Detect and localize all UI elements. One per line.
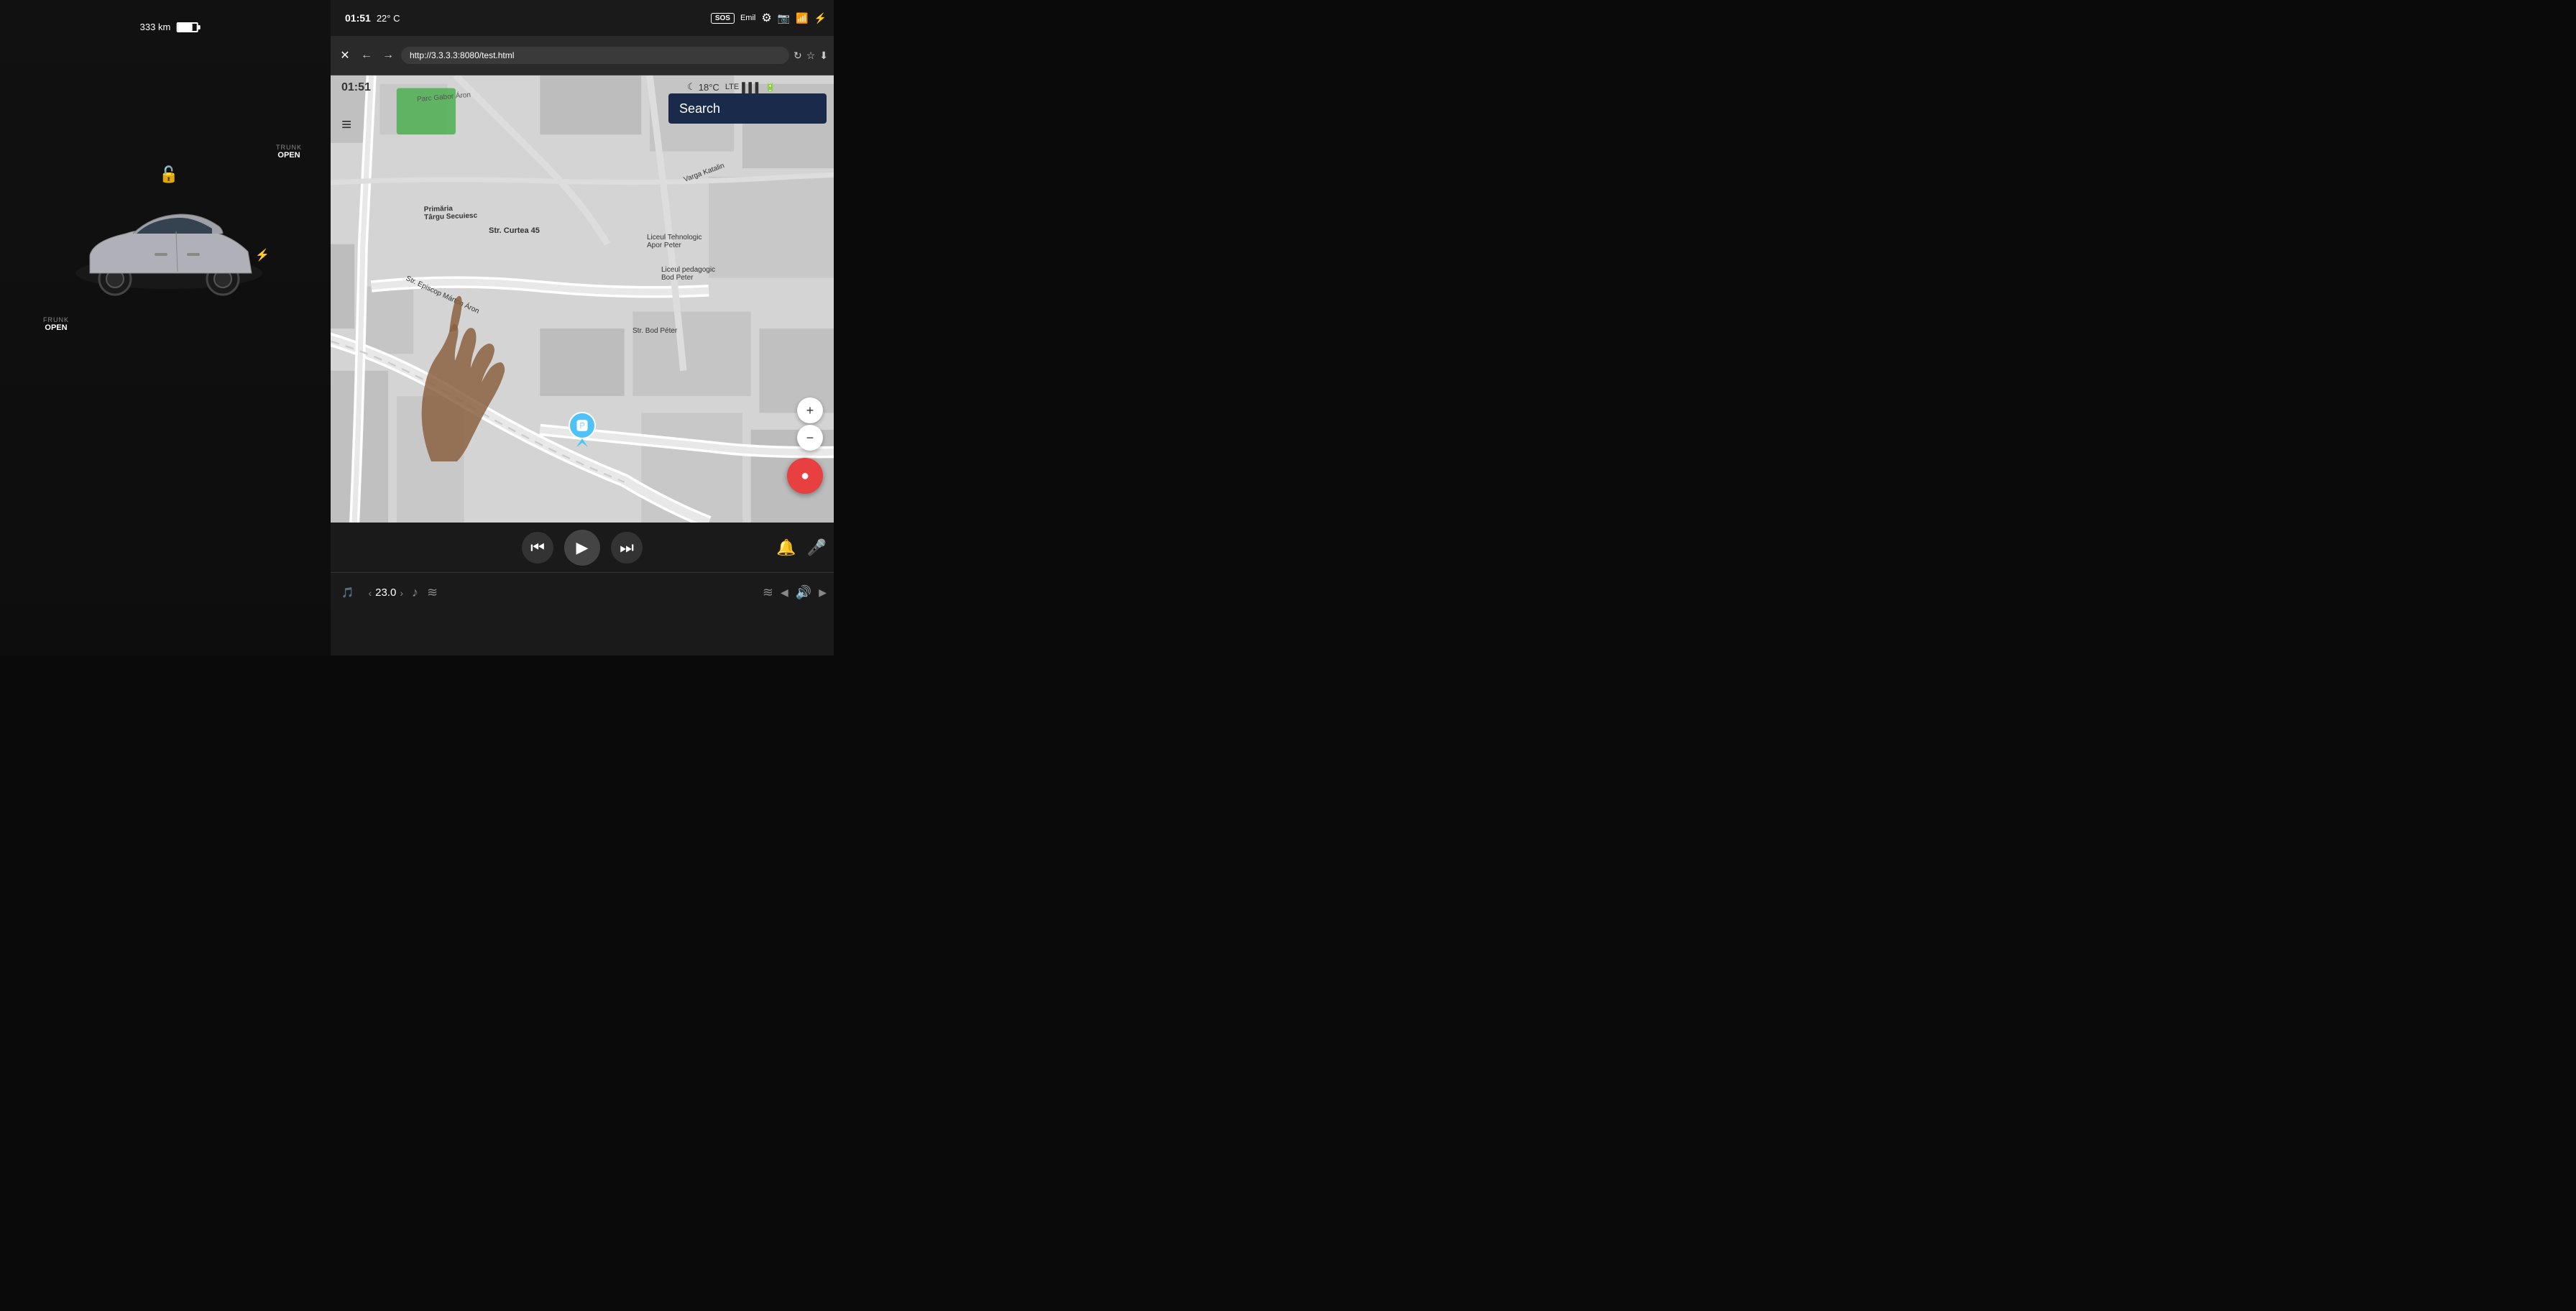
- vol-left-button[interactable]: ◀: [781, 586, 788, 599]
- zoom-in-button[interactable]: +: [797, 397, 823, 423]
- temp-overlay: 18°C: [699, 82, 719, 93]
- battery-info: 333 km: [140, 22, 198, 32]
- frunk-status: OPEN: [43, 323, 69, 332]
- sos-badge[interactable]: SOS: [711, 13, 735, 24]
- status-temp: 22° C: [377, 13, 400, 24]
- street-label-curtea: Str. Curtea 45: [489, 226, 540, 235]
- media-prev-button[interactable]: ⏮: [522, 532, 553, 564]
- tablet-frame: 01:51 22° C SOS Emil ⚙ 📷 📶 ⚡ ✕ ← → http:…: [331, 0, 834, 656]
- map-location-button[interactable]: ●: [787, 458, 823, 494]
- frunk-container: FRUNK OPEN: [43, 316, 69, 332]
- charging-icon: ⚡: [255, 248, 270, 262]
- map-area[interactable]: 01:51 ☾ 18°C LTE ▌▌▌ 🔋 ≡ Search Parc Gab…: [331, 75, 834, 523]
- status-time: 01:51: [345, 12, 371, 24]
- nav-marker: 🅿: [568, 411, 597, 451]
- user-label: Emil: [740, 14, 755, 22]
- browser-download-button[interactable]: ⬇: [819, 50, 828, 62]
- zoom-out-button[interactable]: −: [797, 425, 823, 451]
- frunk-label: FRUNK: [43, 316, 69, 323]
- street-label-primaria: PrimăriaTârgu Secuiesc: [424, 204, 478, 222]
- microphone-icon[interactable]: 🎤: [807, 538, 827, 557]
- bottom-music-note: 🎵: [341, 586, 354, 599]
- svg-text:🅿: 🅿: [576, 419, 588, 433]
- tesla-dashboard: 333 km TRUNK OPEN 🔓: [0, 0, 338, 656]
- bluetooth-icon: ⚡: [814, 12, 827, 24]
- signal-bars: ▌▌▌: [742, 82, 762, 93]
- music-note-icon: ♪: [412, 585, 418, 600]
- map-svg: [331, 75, 834, 523]
- trunk-label: TRUNK: [276, 144, 302, 151]
- climate-control-icon[interactable]: ≋: [763, 585, 773, 600]
- lte-label: LTE: [725, 83, 739, 91]
- media-controls: ⏮ ▶ ⏭: [331, 530, 834, 566]
- browser-refresh-button[interactable]: ↻: [794, 50, 802, 62]
- tablet-bottom-bar: ⏮ ▶ ⏭ 🔔 🎤 🎵 ‹ 23.0 › ♪ ≋ ≋: [331, 523, 834, 656]
- map-zoom-controls: + −: [797, 397, 823, 451]
- media-play-button[interactable]: ▶: [564, 530, 600, 566]
- screenshot-icon[interactable]: 📷: [778, 12, 790, 24]
- map-background: 01:51 ☾ 18°C LTE ▌▌▌ 🔋 ≡ Search Parc Gab…: [331, 75, 834, 523]
- settings-icon[interactable]: ⚙: [761, 11, 771, 25]
- right-bottom-controls: ≋ ◀ 🔊 ▶: [763, 585, 827, 600]
- browser-close-button[interactable]: ✕: [336, 48, 354, 63]
- map-search-bar[interactable]: Search: [668, 93, 827, 124]
- map-time-overlay: 01:51: [341, 81, 371, 94]
- bottom-row: 🎵 ‹ 23.0 › ♪ ≋ ≋ ◀ 🔊 ▶: [331, 573, 834, 612]
- media-next-button[interactable]: ⏭: [611, 532, 643, 564]
- wifi-icon: 📶: [796, 12, 808, 24]
- temp-left-arrow[interactable]: ‹: [368, 587, 372, 599]
- battery-icon-map: 🔋: [765, 81, 776, 93]
- battery-fill: [178, 24, 193, 31]
- street-label-liceul2: Liceul pedagogicBod Peter: [661, 266, 715, 282]
- street-label-bod: Str. Bod Péter: [632, 327, 677, 335]
- lock-icon: 🔓: [159, 165, 178, 184]
- temp-right-arrow[interactable]: ›: [400, 587, 403, 599]
- notification-bell-icon[interactable]: 🔔: [776, 538, 796, 557]
- tablet-statusbar: 01:51 22° C SOS Emil ⚙ 📷 📶 ⚡: [331, 0, 834, 36]
- dark-background-right: [834, 0, 1288, 656]
- temp-control: ‹ 23.0 ›: [368, 586, 403, 599]
- map-menu-button[interactable]: ≡: [341, 115, 351, 135]
- browser-chrome: ✕ ← → http://3.3.3.3:8080/test.html ↻ ☆ …: [331, 36, 834, 75]
- car-illustration: [68, 201, 270, 305]
- notification-icons: 🔔 🎤: [776, 538, 827, 557]
- street-label-liceul1: Liceul TehnologicApor Peter: [647, 234, 702, 249]
- trunk-status: OPEN: [276, 151, 302, 160]
- heat-icon[interactable]: ≋: [427, 585, 438, 600]
- browser-forward-button[interactable]: →: [380, 49, 397, 62]
- location-dot-icon: ●: [801, 468, 809, 484]
- battery-bar: [176, 22, 198, 32]
- vol-right-button[interactable]: ▶: [819, 586, 827, 599]
- volume-icon: 🔊: [796, 585, 811, 600]
- battery-km: 333 km: [140, 22, 171, 32]
- search-label: Search: [679, 101, 720, 116]
- moon-icon: ☾: [687, 81, 696, 93]
- browser-bookmark-button[interactable]: ☆: [806, 50, 816, 62]
- map-signal-overlay: ☾ 18°C LTE ▌▌▌ 🔋: [687, 81, 776, 93]
- browser-back-button[interactable]: ←: [358, 49, 375, 62]
- temp-value: 23.0: [375, 586, 396, 599]
- browser-url-bar[interactable]: http://3.3.3.3:8080/test.html: [401, 47, 789, 64]
